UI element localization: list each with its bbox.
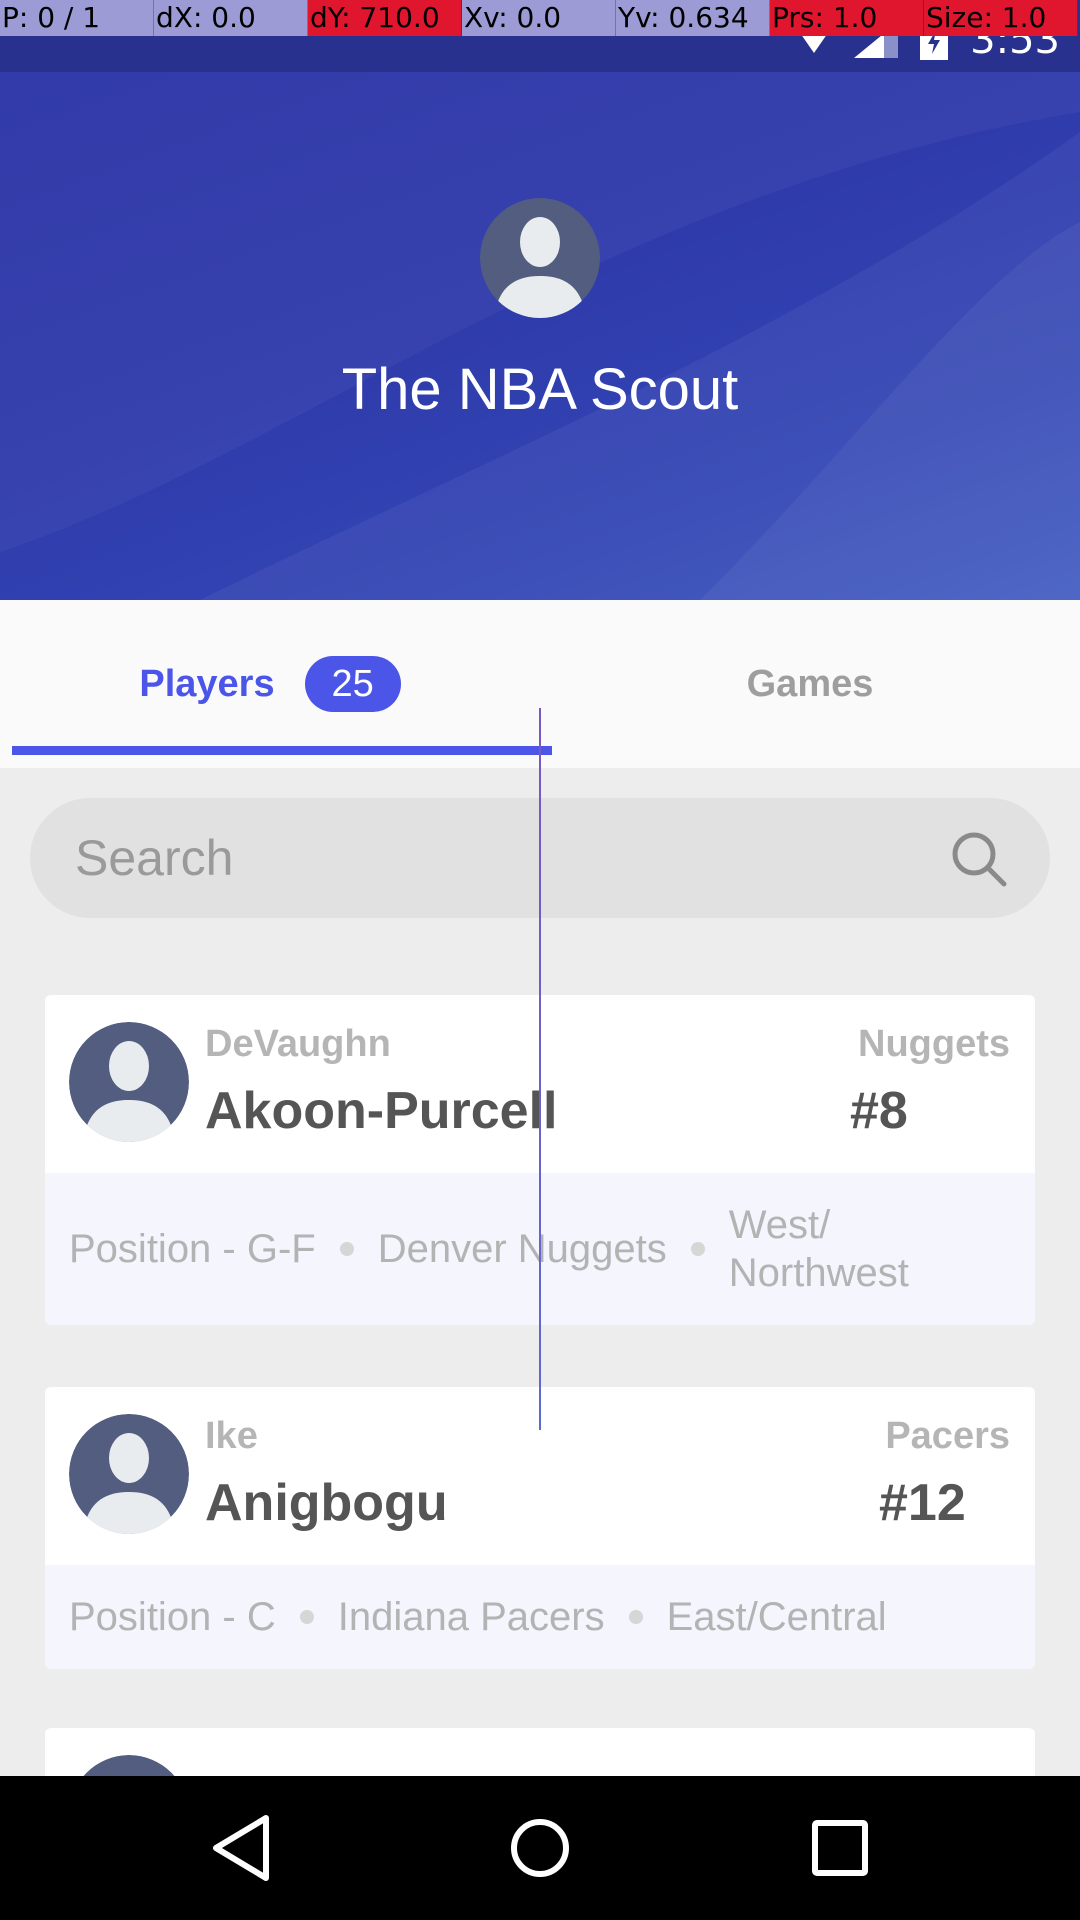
player-avatar-icon [69, 1022, 189, 1142]
tab-players[interactable]: Players 25 [0, 600, 540, 768]
separator-dot [299, 1610, 314, 1624]
search-input[interactable] [75, 798, 935, 918]
player-avatar-icon [69, 1414, 189, 1534]
navigation-bar [0, 1776, 1080, 1920]
debug-size: Size: 1.0 [924, 0, 1078, 36]
player-jersey-number: #8 [850, 1082, 908, 1140]
tab-games-label: Games [746, 662, 874, 705]
player-position: Position - C [69, 1594, 276, 1639]
debug-dx: dX: 0.0 [154, 0, 308, 36]
debug-pointer-count: P: 0 / 1 [0, 0, 154, 36]
avatar-icon [480, 198, 600, 318]
player-position: Position - G-F [69, 1226, 316, 1271]
pointer-trace-line [539, 708, 541, 1430]
player-details: Position - C Indiana Pacers East/Central [45, 1565, 1035, 1669]
active-tab-indicator [12, 746, 552, 755]
player-conference: East/Central [666, 1594, 887, 1639]
player-last-name: Akoon-Purcell [205, 1082, 558, 1140]
back-icon[interactable] [204, 1810, 280, 1886]
player-conference: West/ Northwest [728, 1203, 909, 1295]
debug-xv: Xv: 0.0 [462, 0, 616, 36]
tab-games[interactable]: Games [540, 600, 1080, 768]
recents-icon[interactable] [802, 1810, 878, 1886]
separator-dot [690, 1242, 705, 1256]
debug-yv: Yv: 0.634 [616, 0, 770, 36]
app-header: The NBA Scout [0, 72, 1080, 600]
header-wave-decoration [0, 72, 1080, 600]
separator-dot [339, 1242, 354, 1256]
tab-players-label: Players [139, 662, 275, 705]
player-team: Denver Nuggets [377, 1226, 667, 1271]
pointer-debug-overlay: P: 0 / 1 dX: 0.0 dY: 710.0 Xv: 0.0 Yv: 0… [0, 0, 1080, 36]
players-count-badge: 25 [304, 656, 401, 712]
player-team: Indiana Pacers [337, 1594, 605, 1639]
debug-pressure: Prs: 1.0 [770, 0, 924, 36]
debug-dy: dY: 710.0 [308, 0, 462, 36]
player-first-name: Ike [205, 1415, 258, 1457]
player-team-short: Nuggets [858, 1023, 1010, 1065]
player-team-short: Pacers [885, 1415, 1010, 1457]
player-jersey-number: #12 [879, 1474, 966, 1532]
search-icon[interactable] [950, 830, 1008, 888]
home-icon[interactable] [502, 1810, 578, 1886]
separator-dot [628, 1610, 643, 1624]
player-first-name: DeVaughn [205, 1023, 391, 1065]
player-last-name: Anigbogu [205, 1474, 448, 1532]
app-title: The NBA Scout [341, 357, 739, 422]
